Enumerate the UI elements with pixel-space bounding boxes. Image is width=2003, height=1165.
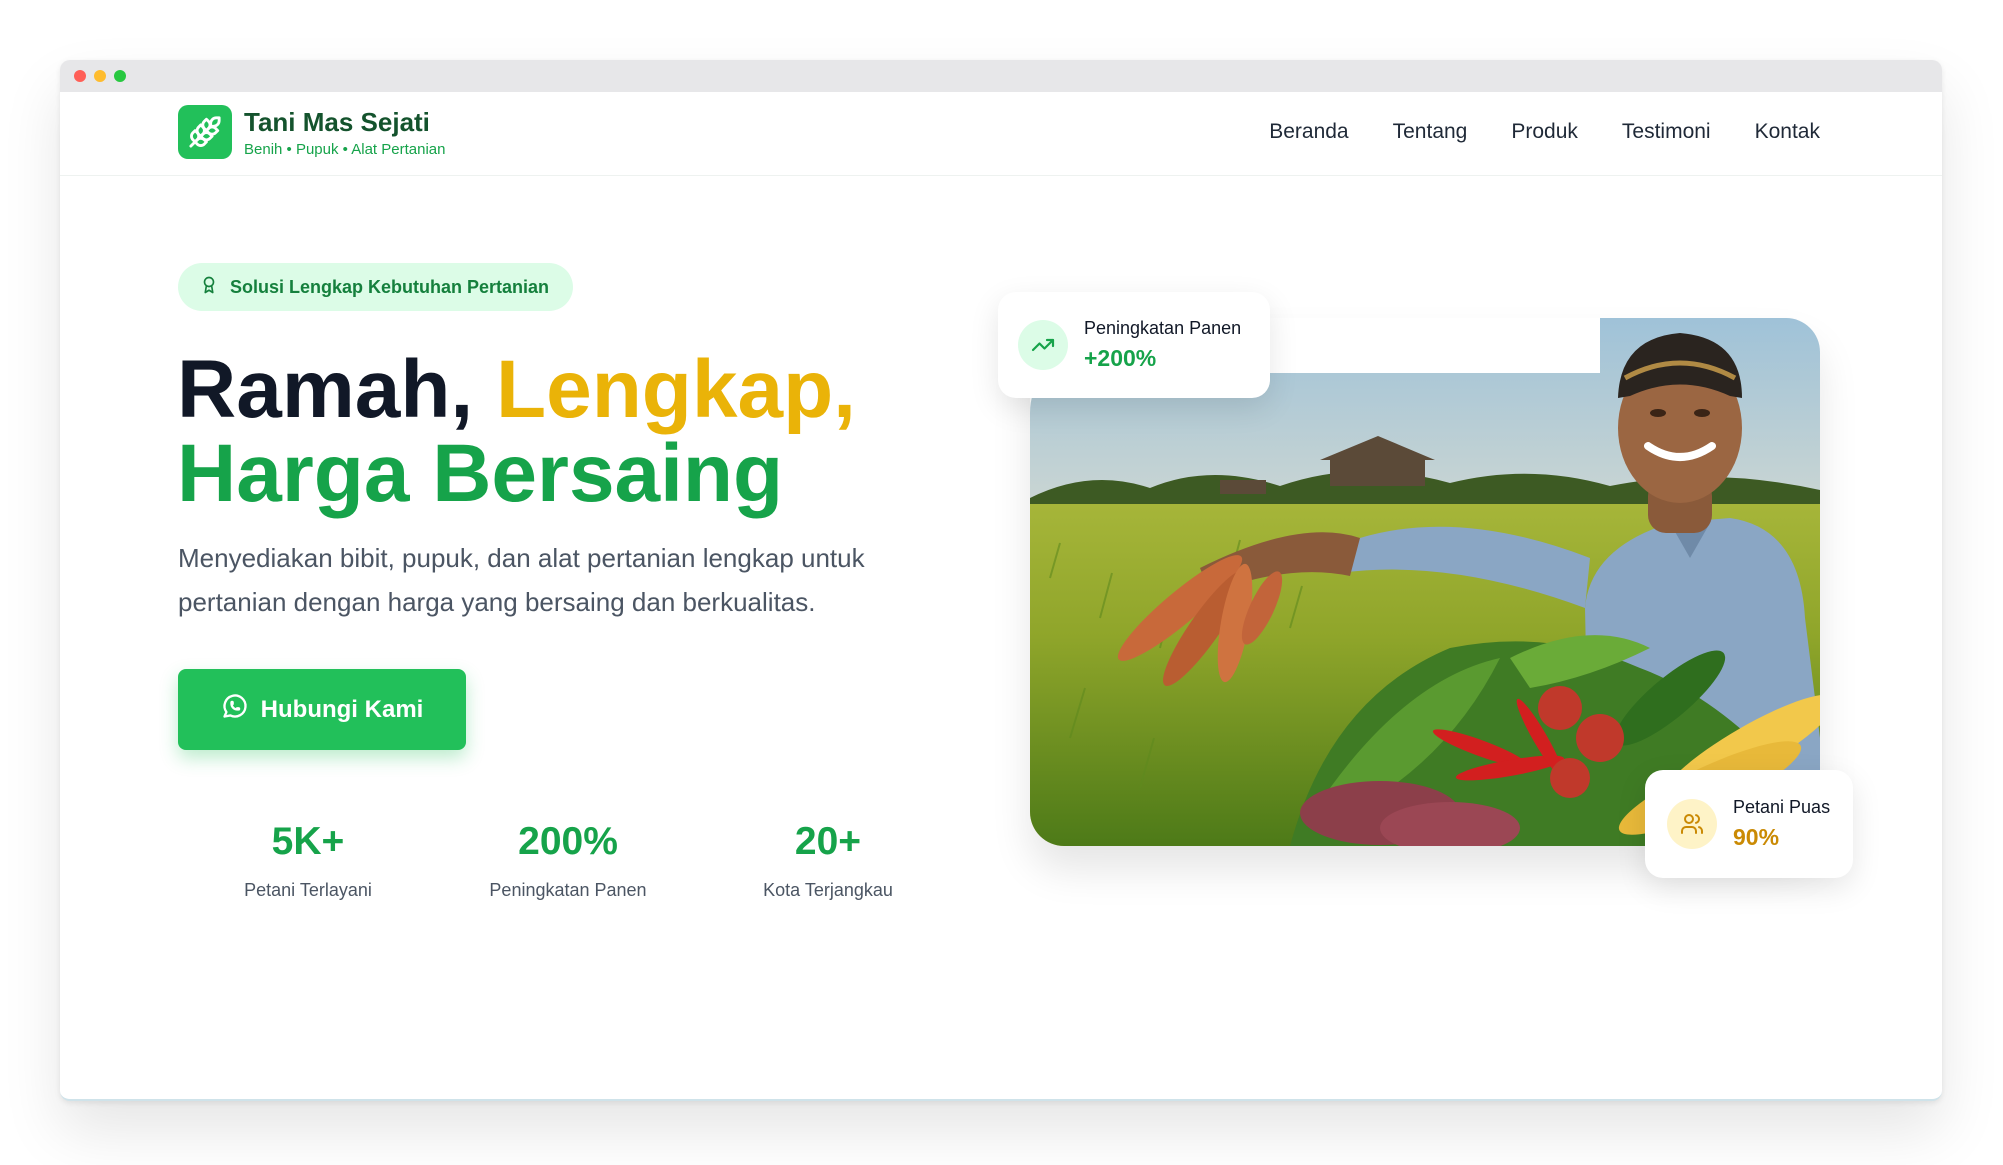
stat-label: Peningkatan Panen (489, 880, 647, 900)
nav-item-testimoni[interactable]: Testimoni (1622, 120, 1711, 144)
browser-window: Tani Mas Sejati Benih • Pupuk • Alat Per… (60, 60, 1942, 1101)
stat-value: 20+ (794, 820, 862, 863)
hero-badge: Solusi Lengkap Kebutuhan Pertanian (178, 263, 574, 311)
stat-item: 200% Peningkatan Panen (438, 820, 698, 901)
brand-tagline: Benih • Pupuk • Alat Pertanian (244, 140, 446, 158)
stat-value: 200% (518, 820, 618, 863)
minimize-window-button[interactable] (94, 70, 106, 82)
stat-value: 5K+ (271, 820, 345, 863)
site-header: Tani Mas Sejati Benih • Pupuk • Alat Per… (60, 92, 1942, 176)
maximize-window-button[interactable] (114, 70, 126, 82)
headline-part-harga: Harga Bersaing (177, 428, 784, 519)
headline-part-lengkap: Lengkap, (496, 344, 856, 435)
hero-description: Menyediakan bibit, pupuk, dan alat perta… (178, 543, 865, 617)
harvest-increase-card: Peningkatan Panen +200% (998, 292, 1270, 398)
satisfied-card-label: Petani Puas (1733, 797, 1831, 817)
award-icon (200, 275, 218, 300)
stat-label: Petani Terlayani (244, 880, 372, 900)
nav-item-tentang[interactable]: Tentang (1393, 120, 1468, 144)
headline-part-ramah: Ramah, (177, 344, 496, 435)
contact-us-button[interactable]: Hubungi Kami (178, 669, 466, 750)
brand[interactable]: Tani Mas Sejati Benih • Pupuk • Alat Per… (178, 105, 445, 159)
close-window-button[interactable] (74, 70, 86, 82)
satisfied-card-value: 90% (1733, 824, 1780, 850)
brand-text: Tani Mas Sejati Benih • Pupuk • Alat Per… (244, 107, 445, 158)
hero-badge-text: Solusi Lengkap Kebutuhan Pertanian (230, 276, 550, 297)
satisfied-farmers-card: Petani Puas 90% (1645, 770, 1853, 878)
window-titlebar (60, 60, 1942, 92)
brand-name: Tani Mas Sejati (244, 106, 430, 137)
main-nav: Beranda Tentang Produk Testimoni Kontak (1269, 120, 1820, 144)
harvest-card-value: +200% (1084, 345, 1157, 371)
contact-us-label: Hubungi Kami (260, 695, 424, 723)
stat-item: 20+ Kota Terjangkau (698, 820, 958, 901)
nav-item-beranda[interactable]: Beranda (1269, 120, 1348, 144)
stat-label: Kota Terjangkau (763, 880, 893, 900)
wheat-icon (178, 105, 232, 159)
hero-headline: Ramah, Lengkap, Harga Bersaing (177, 348, 856, 516)
trending-up-icon (1018, 320, 1068, 370)
users-icon (1667, 799, 1717, 849)
nav-item-kontak[interactable]: Kontak (1755, 120, 1820, 144)
hero-stats: 5K+ Petani Terlayani 200% Peningkatan Pa… (178, 820, 958, 901)
whatsapp-icon (221, 692, 249, 727)
stat-item: 5K+ Petani Terlayani (178, 820, 438, 901)
nav-item-produk[interactable]: Produk (1511, 120, 1578, 144)
harvest-card-label: Peningkatan Panen (1084, 318, 1242, 338)
